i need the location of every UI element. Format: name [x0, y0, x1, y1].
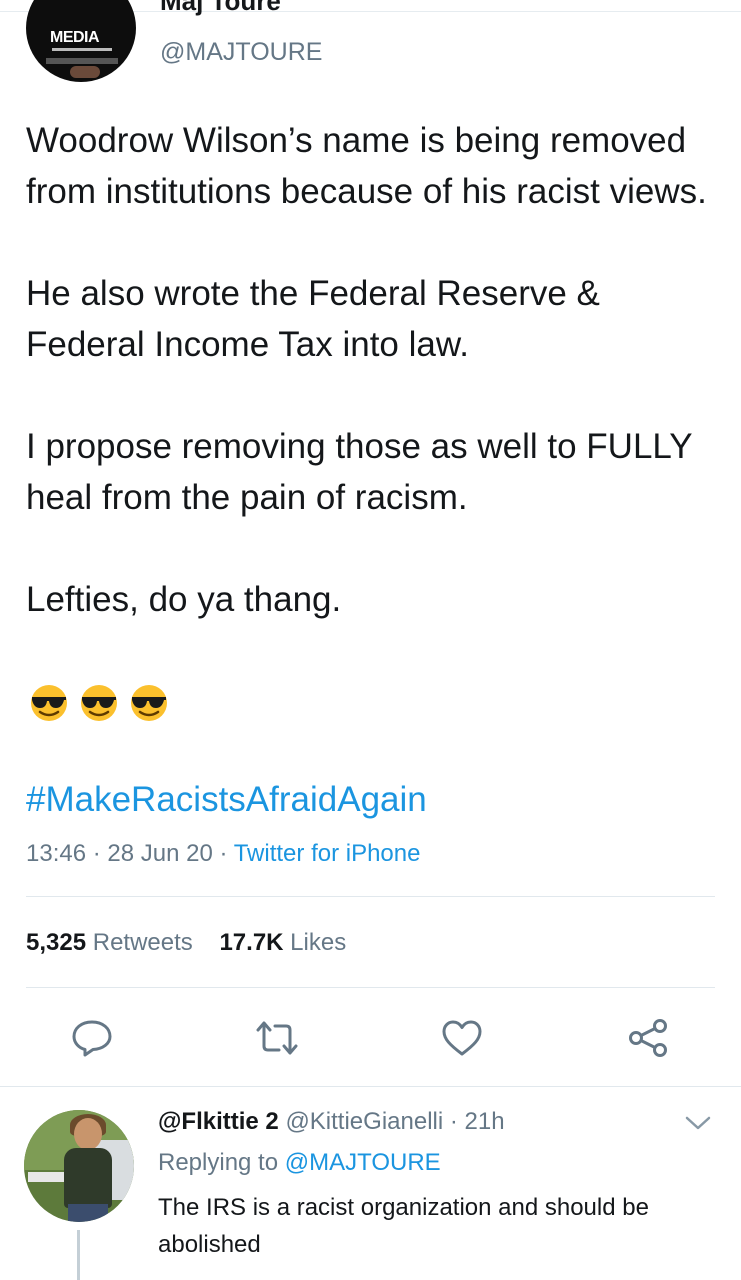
reply-age: 21h — [464, 1108, 505, 1135]
divider — [26, 896, 715, 897]
avatar-shirt-text: MEDIA — [50, 29, 100, 46]
avatar-detail — [74, 1118, 102, 1150]
author-avatar[interactable]: MEDIA — [26, 0, 136, 82]
tweet-text: Woodrow Wilson’s name is being removed f… — [26, 121, 707, 619]
like-icon — [442, 1020, 482, 1056]
meta-separator: · — [86, 840, 108, 867]
tweet-source-link[interactable]: Twitter for iPhone — [234, 840, 421, 867]
like-button[interactable] — [440, 1018, 484, 1058]
avatar-detail — [64, 1148, 112, 1208]
sunglasses-emoji-icon — [81, 685, 117, 721]
replying-to-prefix: Replying to — [158, 1149, 285, 1176]
reply-menu-button[interactable] — [684, 1114, 712, 1132]
thread-line — [77, 1230, 80, 1280]
likes-count: 17.7K — [219, 929, 284, 956]
chevron-down-icon — [685, 1116, 711, 1130]
retweet-icon — [256, 1021, 298, 1055]
replying-to-link[interactable]: @MAJTOURE — [285, 1149, 441, 1176]
avatar-detail — [52, 48, 112, 51]
reply-icon — [72, 1020, 112, 1057]
reply-author-avatar[interactable] — [24, 1110, 134, 1222]
reply-display-name[interactable]: @Flkittie 2 — [158, 1108, 279, 1135]
retweets-label: Retweets — [92, 929, 193, 956]
emoji-row — [26, 682, 172, 722]
avatar-detail — [70, 66, 100, 78]
replying-to: Replying to @MAJTOURE — [158, 1149, 441, 1177]
share-button[interactable] — [626, 1018, 670, 1058]
sunglasses-emoji-icon — [131, 685, 167, 721]
author-handle[interactable]: @MAJTOURE — [160, 38, 322, 67]
retweets-count: 5,325 — [26, 929, 87, 956]
author-display-name[interactable]: Maj Toure — [160, 0, 281, 17]
retweets-stat[interactable]: 5,325 Retweets — [26, 929, 193, 956]
reply-handle[interactable]: @KittieGianelli — [285, 1108, 443, 1135]
reply-header: @Flkittie 2 @KittieGianelli · 21h — [158, 1108, 505, 1136]
tweet-time: 13:46 — [26, 840, 87, 867]
avatar-detail — [68, 1204, 108, 1222]
tweet-stats: 5,325 Retweets 17.7K Likes — [26, 929, 346, 957]
reply-button[interactable] — [70, 1018, 114, 1058]
tweet-meta: 13:46 · 28 Jun 20 · Twitter for iPhone — [26, 840, 420, 868]
retweet-button[interactable] — [255, 1018, 299, 1058]
divider — [0, 1086, 741, 1087]
hashtag-link[interactable]: #MakeRacistsAfraidAgain — [26, 780, 427, 820]
likes-label: Likes — [290, 929, 347, 956]
reply-separator: · — [443, 1108, 465, 1135]
avatar-detail — [46, 58, 118, 64]
reply-text: The IRS is a racist organization and sho… — [158, 1194, 649, 1258]
share-icon — [629, 1019, 667, 1057]
tweet-date: 28 Jun 20 — [107, 840, 213, 867]
meta-separator: · — [212, 840, 234, 867]
sunglasses-emoji-icon — [31, 685, 67, 721]
avatar-detail — [28, 1172, 68, 1182]
likes-stat[interactable]: 17.7K Likes — [219, 929, 346, 956]
divider — [26, 987, 715, 988]
